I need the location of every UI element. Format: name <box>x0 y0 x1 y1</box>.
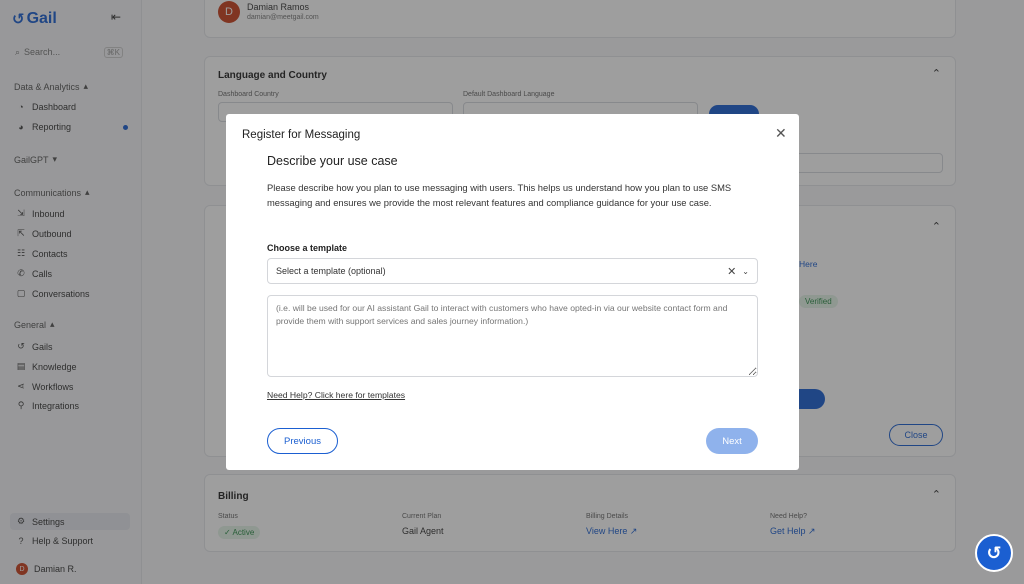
template-select-value: Select a template (optional) <box>276 266 386 276</box>
register-messaging-modal: Register for Messaging ✕ Describe your u… <box>226 114 799 470</box>
template-select[interactable]: Select a template (optional) ✕ ⌄ <box>267 258 758 284</box>
close-icon[interactable]: ✕ <box>775 125 787 142</box>
templates-help-link[interactable]: Need Help? Click here for templates <box>267 390 405 400</box>
previous-button[interactable]: Previous <box>267 428 338 454</box>
next-button[interactable]: Next <box>706 428 758 454</box>
modal-heading: Describe your use case <box>267 154 398 168</box>
template-label: Choose a template <box>267 243 348 253</box>
clear-icon[interactable]: ✕ <box>727 265 736 278</box>
modal-title: Register for Messaging <box>242 129 361 141</box>
use-case-textarea[interactable] <box>267 295 758 377</box>
chevron-down-icon[interactable]: ⌄ <box>742 267 749 276</box>
modal-description: Please describe how you plan to use mess… <box>267 182 732 209</box>
chat-widget-icon[interactable]: ↺ <box>975 534 1013 572</box>
